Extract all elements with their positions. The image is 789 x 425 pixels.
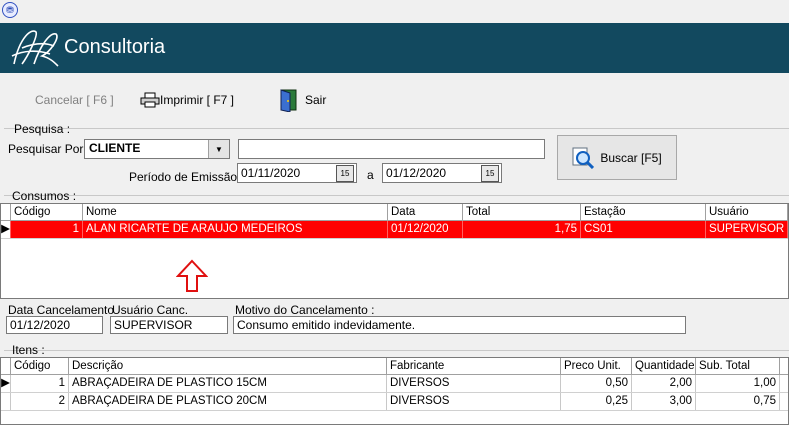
cell-quantidade: 2,00 (632, 375, 696, 392)
search-group-border (4, 128, 789, 129)
col-header-total[interactable]: Total (463, 204, 581, 220)
row-pointer-icon: ▶ (1, 221, 11, 238)
exit-label: Sair (305, 93, 327, 107)
cancel-button[interactable]: Cancelar [ F6 ] (35, 90, 114, 110)
exit-button[interactable]: Sair (279, 87, 326, 113)
printer-icon (140, 92, 160, 108)
row-indicator-header (1, 358, 11, 374)
consumos-group-label: Consumos : (12, 189, 77, 203)
cell-quantidade: 3,00 (632, 393, 696, 410)
date-separator: a (367, 168, 374, 182)
cancel-date-field[interactable]: 01/12/2020 (6, 316, 103, 334)
search-group-label: Pesquisa : (14, 122, 71, 136)
cancel-reason-field[interactable]: Consumo emitido indevidamente. (233, 316, 686, 334)
cell-subtotal: 0,75 (696, 393, 780, 410)
cell-descricao: ABRAÇADEIRA DE PLASTICO 20CM (69, 393, 387, 410)
search-button-label: Buscar [F5] (600, 150, 662, 165)
table-row[interactable]: ▶ 1 ALAN RICARTE DE ARAUJO MEDEIROS 01/1… (1, 221, 788, 239)
cell-codigo: 1 (11, 221, 83, 238)
app-icon: ⛃ (2, 2, 18, 18)
date-from-field[interactable]: 01/11/2020 15 (237, 163, 357, 183)
cancel-label: Cancelar [ F6 ] (35, 93, 114, 107)
search-button[interactable]: Buscar [F5] (557, 135, 677, 180)
col-header-quantidade[interactable]: Quantidade (632, 358, 696, 374)
col-header-codigo[interactable]: Código (11, 204, 83, 220)
itens-header-row: Código Descrição Fabricante Preco Unit. … (1, 358, 788, 375)
col-header-descricao[interactable]: Descrição (69, 358, 387, 374)
consumos-grid: Código Nome Data Total Estação Usuário ▶… (0, 203, 789, 299)
col-header-preco[interactable]: Preco Unit. (561, 358, 632, 374)
cell-preco: 0,25 (561, 393, 632, 410)
search-by-select[interactable]: CLIENTE ▼ (84, 139, 230, 159)
magnifier-icon (572, 147, 595, 169)
door-exit-icon (280, 89, 297, 112)
cell-nome: ALAN RICARTE DE ARAUJO MEDEIROS (83, 221, 388, 238)
cell-codigo: 2 (11, 393, 69, 410)
cell-fabricante: DIVERSOS (387, 375, 561, 392)
cell-codigo: 1 (11, 375, 69, 392)
date-to-field[interactable]: 01/12/2020 15 (382, 163, 502, 183)
col-header-data[interactable]: Data (388, 204, 463, 220)
date-from-value: 01/11/2020 (241, 166, 301, 180)
consumos-header-row: Código Nome Data Total Estação Usuário (1, 204, 788, 221)
col-header-estacao[interactable]: Estação (581, 204, 706, 220)
col-header-usuario[interactable]: Usuário (706, 204, 788, 220)
row-pointer-icon: ▶ (1, 375, 11, 392)
consumos-group-border (4, 195, 789, 196)
col-header-codigo[interactable]: Código (11, 358, 69, 374)
table-row[interactable]: ▶ 1 ABRAÇADEIRA DE PLASTICO 15CM DIVERSO… (1, 375, 788, 393)
app-title: Consultoria (64, 36, 166, 58)
row-indicator-header (1, 204, 11, 220)
row-indicator (1, 393, 11, 410)
cancel-user-label: Usuário Canc. (112, 303, 189, 317)
search-by-label: Pesquisar Por: (8, 142, 87, 156)
cancel-reason-label: Motivo do Cancelamento : (235, 303, 375, 317)
col-header-fabricante[interactable]: Fabricante (387, 358, 561, 374)
table-row[interactable]: 2 ABRAÇADEIRA DE PLASTICO 20CM DIVERSOS … (1, 393, 788, 411)
chevron-down-icon[interactable]: ▼ (208, 140, 229, 158)
cell-subtotal: 1,00 (696, 375, 780, 392)
cell-usuario: SUPERVISOR (706, 221, 788, 238)
col-header-subtotal[interactable]: Sub. Total (696, 358, 780, 374)
col-header-nome[interactable]: Nome (83, 204, 388, 220)
period-label: Período de Emissão: (129, 170, 241, 184)
date-to-value: 01/12/2020 (386, 166, 447, 180)
cell-fabricante: DIVERSOS (387, 393, 561, 410)
logo-icon (11, 30, 59, 67)
cancel-user-field[interactable]: SUPERVISOR (110, 316, 228, 334)
cell-preco: 0,50 (561, 375, 632, 392)
search-by-value: CLIENTE (89, 141, 141, 155)
calendar-icon[interactable]: 15 (481, 165, 499, 182)
cancel-date-label: Data Cancelamento (8, 303, 115, 317)
print-button[interactable]: Imprimir [ F7 ] (140, 90, 234, 110)
cell-total: 1,75 (463, 221, 581, 238)
print-label: Imprimir [ F7 ] (160, 93, 234, 107)
itens-grid: Código Descrição Fabricante Preco Unit. … (0, 357, 789, 425)
cell-descricao: ABRAÇADEIRA DE PLASTICO 15CM (69, 375, 387, 392)
itens-group-border (4, 350, 789, 351)
cell-estacao: CS01 (581, 221, 706, 238)
search-input[interactable] (238, 139, 545, 159)
cell-data: 01/12/2020 (388, 221, 463, 238)
itens-group-label: Itens : (12, 343, 45, 357)
calendar-icon[interactable]: 15 (336, 165, 354, 182)
up-arrow-icon (176, 259, 208, 292)
